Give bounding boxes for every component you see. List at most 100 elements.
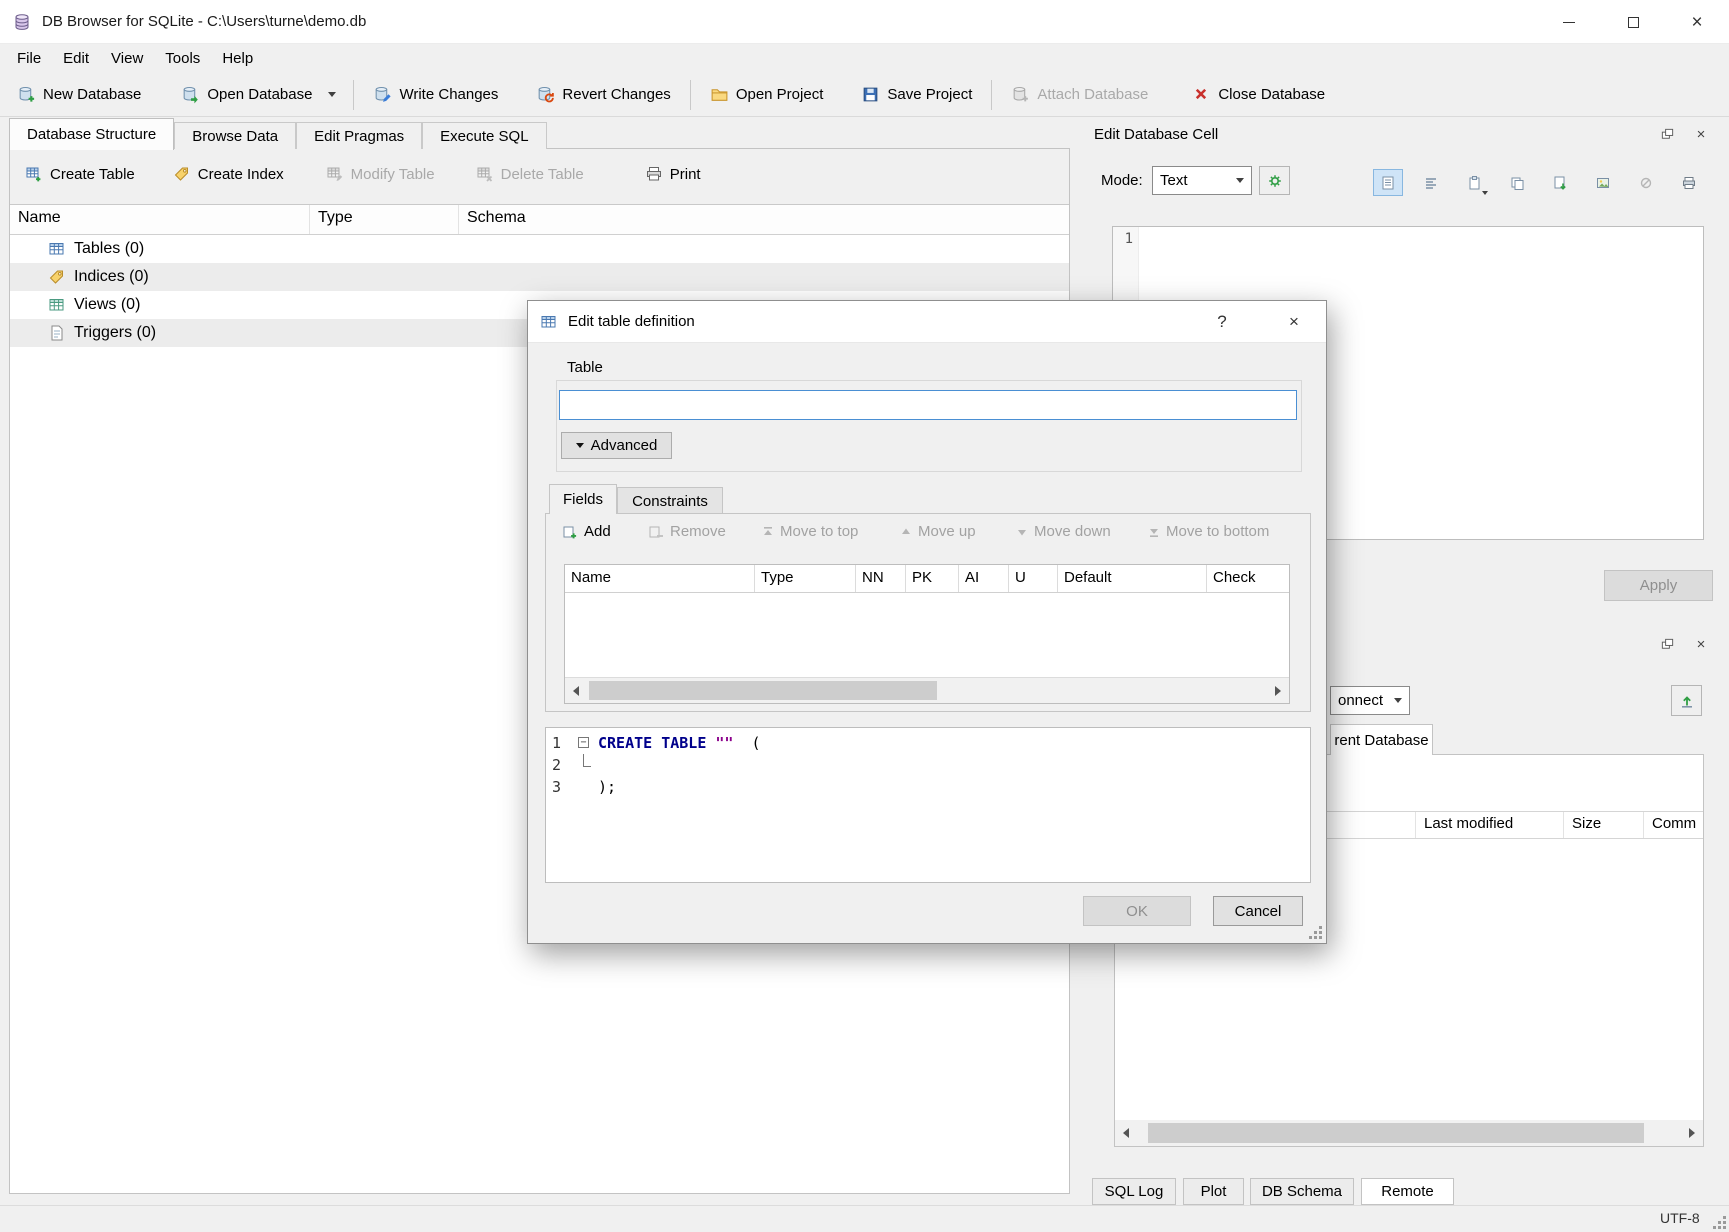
- tab-sql-log[interactable]: SQL Log: [1092, 1178, 1176, 1205]
- close-button[interactable]: ×: [1665, 0, 1729, 44]
- open-project-button[interactable]: Open Project: [701, 80, 833, 109]
- tab-remote[interactable]: Remote: [1361, 1178, 1454, 1205]
- scroll-left-icon: [573, 686, 579, 696]
- close-panel-button[interactable]: ×: [1690, 633, 1712, 655]
- minimize-button[interactable]: [1537, 0, 1601, 44]
- chevron-down-icon: [576, 443, 584, 448]
- tab-plot[interactable]: Plot: [1183, 1178, 1244, 1205]
- modify-table-icon: [326, 165, 344, 183]
- open-database-dropdown[interactable]: [321, 80, 343, 110]
- column-header-pk[interactable]: PK: [906, 565, 959, 592]
- menu-view[interactable]: View: [100, 44, 154, 73]
- line-number: 2: [546, 754, 574, 776]
- toolbar-separator: [353, 80, 354, 110]
- close-database-button[interactable]: Close Database: [1183, 80, 1334, 109]
- table-name-input[interactable]: [559, 390, 1297, 420]
- maximize-button[interactable]: [1601, 0, 1665, 44]
- write-changes-button[interactable]: Write Changes: [364, 80, 507, 109]
- delete-table-button[interactable]: Delete Table: [467, 160, 593, 188]
- column-header-nn[interactable]: NN: [856, 565, 906, 592]
- word-wrap-button[interactable]: [1416, 169, 1446, 196]
- column-header-type[interactable]: Type: [310, 205, 459, 234]
- print-cell-button[interactable]: [1674, 169, 1704, 196]
- new-database-button[interactable]: New Database: [8, 80, 150, 109]
- export-button[interactable]: [1545, 169, 1575, 196]
- printer-icon: [1681, 175, 1697, 191]
- structure-toolbar: Create Table Create Index Modify Table D…: [10, 149, 1069, 199]
- column-header-size[interactable]: Size: [1564, 812, 1644, 838]
- chevron-down-icon: [1394, 698, 1402, 703]
- tab-constraints[interactable]: Constraints: [617, 487, 723, 514]
- add-field-button[interactable]: Add: [562, 523, 611, 540]
- cancel-button[interactable]: Cancel: [1213, 896, 1303, 926]
- scrollbar-thumb[interactable]: [589, 681, 937, 700]
- column-header-last-modified[interactable]: Last modified: [1416, 812, 1564, 838]
- column-header-name[interactable]: Name: [565, 565, 755, 592]
- create-index-button[interactable]: Create Index: [164, 160, 293, 188]
- tab-edit-pragmas[interactable]: Edit Pragmas: [296, 122, 422, 149]
- import-button[interactable]: [1588, 169, 1618, 196]
- column-header-default[interactable]: Default: [1058, 565, 1207, 592]
- tab-current-database[interactable]: rent Database: [1330, 724, 1433, 755]
- remote-connect-select[interactable]: onnect: [1330, 686, 1410, 715]
- save-project-button[interactable]: Save Project: [852, 80, 981, 109]
- chevron-down-icon: [1236, 178, 1244, 183]
- menu-tools[interactable]: Tools: [154, 44, 211, 73]
- tab-browse-data[interactable]: Browse Data: [174, 122, 296, 149]
- menu-edit[interactable]: Edit: [52, 44, 100, 73]
- revert-changes-button[interactable]: Revert Changes: [527, 80, 679, 109]
- chevron-down-icon: [1482, 191, 1488, 195]
- dialog-resize-grip[interactable]: [1319, 936, 1322, 939]
- fields-grid-body[interactable]: [565, 593, 1289, 677]
- apply-button[interactable]: Apply: [1604, 570, 1713, 601]
- resize-grip[interactable]: [1723, 1226, 1726, 1229]
- fold-collapse-icon[interactable]: −: [578, 737, 589, 748]
- ok-button[interactable]: OK: [1083, 896, 1191, 926]
- dialog-close-button[interactable]: ×: [1264, 301, 1324, 343]
- column-header-u[interactable]: U: [1009, 565, 1058, 592]
- text-mode-button[interactable]: [1373, 169, 1403, 196]
- paste-button[interactable]: [1459, 169, 1489, 196]
- move-down-button[interactable]: Move down: [1016, 523, 1111, 540]
- sql-line: 3 );: [546, 776, 1310, 798]
- column-header-schema[interactable]: Schema: [459, 205, 1069, 234]
- tab-db-schema[interactable]: DB Schema: [1250, 1178, 1354, 1205]
- set-null-button[interactable]: [1631, 169, 1661, 196]
- tree-item-indices[interactable]: Indices (0): [10, 263, 1069, 291]
- scrollbar-thumb[interactable]: [1148, 1123, 1644, 1143]
- column-header-type[interactable]: Type: [755, 565, 856, 592]
- column-header-ai[interactable]: AI: [959, 565, 1009, 592]
- menu-help[interactable]: Help: [211, 44, 264, 73]
- tab-execute-sql[interactable]: Execute SQL: [422, 122, 546, 149]
- column-header-name[interactable]: Name: [10, 205, 310, 234]
- float-panel-button[interactable]: [1656, 633, 1678, 655]
- dialog-help-button[interactable]: ?: [1200, 301, 1244, 343]
- close-panel-button[interactable]: ×: [1690, 123, 1712, 145]
- remote-upload-button[interactable]: [1671, 685, 1702, 716]
- cell-apply-mode-button[interactable]: [1259, 166, 1290, 195]
- scroll-left-icon: [1123, 1128, 1129, 1138]
- advanced-button[interactable]: Advanced: [561, 432, 672, 459]
- move-up-button[interactable]: Move up: [900, 523, 976, 540]
- copy-button[interactable]: [1502, 169, 1532, 196]
- fields-grid-scrollbar[interactable]: [565, 677, 1289, 703]
- remove-field-button[interactable]: Remove: [648, 523, 726, 540]
- tree-item-tables[interactable]: Tables (0): [10, 235, 1069, 263]
- move-to-bottom-button[interactable]: Move to bottom: [1148, 523, 1269, 540]
- move-to-top-button[interactable]: Move to top: [762, 523, 858, 540]
- remote-horizontal-scrollbar[interactable]: [1115, 1120, 1703, 1146]
- mode-label: Mode:: [1101, 172, 1143, 189]
- column-header-check[interactable]: Check: [1207, 565, 1289, 592]
- index-icon: [48, 268, 66, 286]
- create-table-button[interactable]: Create Table: [16, 160, 144, 188]
- column-header-commit[interactable]: Comm: [1644, 812, 1703, 838]
- print-button[interactable]: Print: [636, 160, 710, 188]
- modify-table-button[interactable]: Modify Table: [317, 160, 444, 188]
- float-panel-button[interactable]: [1656, 123, 1678, 145]
- menu-file[interactable]: File: [6, 44, 52, 73]
- tab-database-structure[interactable]: Database Structure: [9, 118, 174, 150]
- mode-select[interactable]: Text: [1152, 166, 1252, 195]
- attach-database-button[interactable]: Attach Database: [1002, 80, 1157, 109]
- open-database-button[interactable]: Open Database: [172, 80, 321, 109]
- tab-fields[interactable]: Fields: [549, 484, 617, 514]
